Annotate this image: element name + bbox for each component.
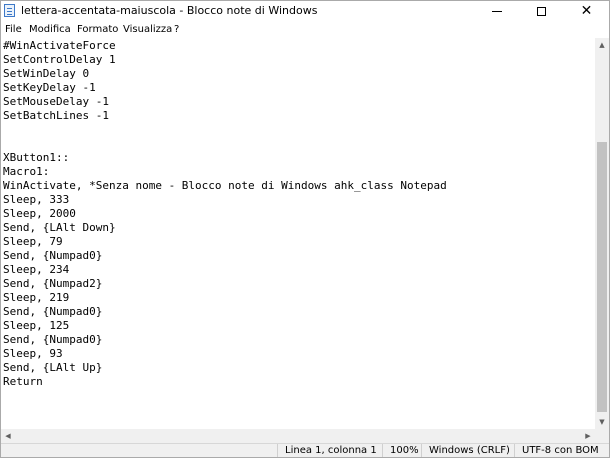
maximize-icon: [537, 6, 546, 16]
code-line: Send, {LAlt Down}: [3, 221, 116, 234]
scroll-right-button[interactable]: ▶: [581, 429, 595, 443]
minimize-icon: [491, 10, 502, 12]
maximize-button[interactable]: [519, 1, 564, 21]
code-line: Sleep, 2000: [3, 207, 76, 220]
menu-formato[interactable]: Formato: [77, 24, 118, 35]
menu-bar: File Modifica Formato Visualizza ?: [1, 22, 609, 38]
code-line: SetMouseDelay -1: [3, 95, 109, 108]
vertical-scroll-thumb[interactable]: [597, 142, 607, 412]
code-line: WinActivate, *Senza nome - Blocco note d…: [3, 179, 447, 192]
title-bar[interactable]: lettera-accentata-maiuscola - Blocco not…: [1, 1, 609, 21]
code-line: XButton1::: [3, 151, 70, 164]
code-line: Send, {Numpad2}: [3, 277, 103, 290]
code-line: SetKeyDelay -1: [3, 81, 96, 94]
code-line: SetBatchLines -1: [3, 109, 109, 122]
close-icon: ✕: [580, 3, 593, 19]
arrow-left-icon: ◀: [5, 432, 11, 440]
code-line: Sleep, 234: [3, 263, 70, 276]
text-editor-area[interactable]: #WinActivateForce SetControlDelay 1 SetW…: [1, 38, 595, 429]
status-encoding: UTF-8 con BOM: [514, 444, 609, 457]
menu-modifica[interactable]: Modifica: [29, 24, 71, 35]
scroll-left-button[interactable]: ◀: [1, 429, 15, 443]
scrollbar-corner: [595, 429, 609, 443]
scroll-down-button[interactable]: ▼: [595, 415, 609, 429]
window-title: lettera-accentata-maiuscola - Blocco not…: [21, 4, 318, 17]
notepad-app-icon: [4, 4, 15, 17]
code-line: SetControlDelay 1: [3, 53, 116, 66]
code-line: Send, {LAlt Up}: [3, 361, 103, 374]
code-line: Send, {Numpad0}: [3, 333, 103, 346]
notepad-window: lettera-accentata-maiuscola - Blocco not…: [0, 0, 610, 458]
close-button[interactable]: ✕: [564, 1, 609, 21]
code-line: Send, {Numpad0}: [3, 249, 103, 262]
menu-help[interactable]: ?: [174, 24, 179, 35]
code-line: Sleep, 219: [3, 291, 70, 304]
arrow-down-icon: ▼: [599, 418, 605, 426]
menu-visualizza[interactable]: Visualizza: [123, 24, 172, 35]
status-bar: Linea 1, colonna 1 100% Windows (CRLF) U…: [1, 443, 609, 457]
code-line: Send, {Numpad0}: [3, 305, 103, 318]
code-line: Sleep, 79: [3, 235, 63, 248]
horizontal-scrollbar[interactable]: ◀ ▶: [1, 429, 595, 443]
code-line: Return: [3, 375, 43, 388]
status-zoom-level: 100%: [382, 444, 421, 457]
code-line: Macro1:: [3, 165, 50, 178]
vertical-scrollbar[interactable]: ▲ ▼: [595, 38, 609, 429]
code-line: Sleep, 333: [3, 193, 70, 206]
status-cursor-position: Linea 1, colonna 1: [277, 444, 382, 457]
code-line: #WinActivateForce: [3, 39, 116, 52]
scroll-up-button[interactable]: ▲: [595, 38, 609, 52]
menu-file[interactable]: File: [5, 24, 22, 35]
code-line: SetWinDelay 0: [3, 67, 90, 80]
arrow-up-icon: ▲: [599, 41, 605, 49]
arrow-right-icon: ▶: [585, 432, 591, 440]
code-line: Sleep, 125: [3, 319, 70, 332]
code-line: Sleep, 93: [3, 347, 63, 360]
status-line-ending: Windows (CRLF): [421, 444, 514, 457]
minimize-button[interactable]: [474, 1, 519, 21]
